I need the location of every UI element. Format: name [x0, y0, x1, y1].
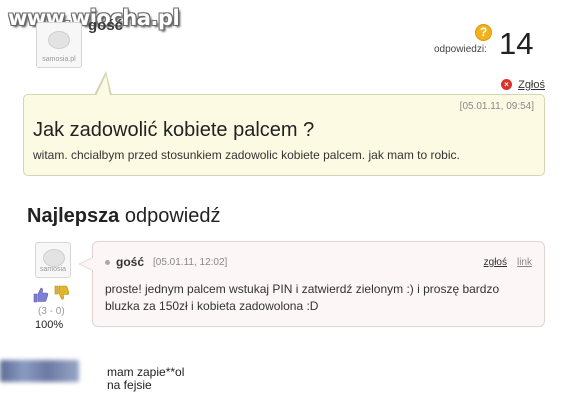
caption: mam zapie**ol na fejsie — [107, 366, 184, 392]
best-answer-heading: Najlepsza odpowiedź — [27, 205, 220, 228]
best-answer-heading-rest: odpowiedź — [124, 205, 221, 227]
answer-date: [05.01.11, 12:02] — [153, 257, 228, 268]
answers-count: 14 — [499, 26, 534, 61]
question-bubble: [05.01.11, 09:54] Jak zadowolić kobiete … — [23, 94, 545, 176]
question-author[interactable]: gość — [88, 17, 123, 34]
question-body: witam. chcialbym przed stosunkiem zadowo… — [33, 148, 460, 162]
question-date: [05.01.11, 09:54] — [459, 101, 534, 112]
question-bubble-tail-inner — [96, 75, 110, 96]
question-mark-icon: ? — [475, 24, 492, 41]
avatar-tag: samosia — [39, 266, 67, 273]
answer-text: proste! jednym palcem wstukaj PIN i zatw… — [105, 282, 500, 313]
vote-percent: 100% — [35, 319, 64, 331]
thumb-down-icon[interactable] — [53, 285, 70, 302]
vote-count: (3 - 0) — [38, 306, 65, 317]
caption-line-2: na fejsie — [107, 378, 152, 392]
report-icon[interactable]: × — [501, 79, 512, 90]
avatar-placeholder-icon — [48, 31, 70, 49]
answer-bubble-tail-inner — [80, 258, 93, 270]
thumb-up-icon[interactable] — [32, 286, 49, 303]
author-bullet-icon — [105, 260, 110, 265]
answer-bubble: gość [05.01.11, 12:02] zgłoś link proste… — [92, 241, 545, 327]
blurred-profile-image — [0, 360, 79, 382]
question-title: Jak zadowolić kobiete palcem ? — [33, 119, 315, 141]
answers-label: odpowiedzi: — [434, 44, 487, 55]
answer-avatar[interactable]: samosia — [35, 242, 71, 278]
answer-author[interactable]: gość — [116, 255, 144, 269]
question-avatar[interactable]: samosia.pl — [36, 22, 82, 68]
answer-permalink[interactable]: link — [517, 257, 532, 268]
report-link[interactable]: Zgłoś — [518, 79, 545, 91]
answer-report-link[interactable]: zgłoś — [484, 257, 507, 268]
best-answer-heading-bold: Najlepsza — [27, 205, 120, 227]
answers-count-box: ? odpowiedzi: 14 — [432, 20, 562, 61]
avatar-tag: samosia.pl — [42, 56, 76, 63]
avatar-placeholder-icon — [43, 249, 65, 267]
